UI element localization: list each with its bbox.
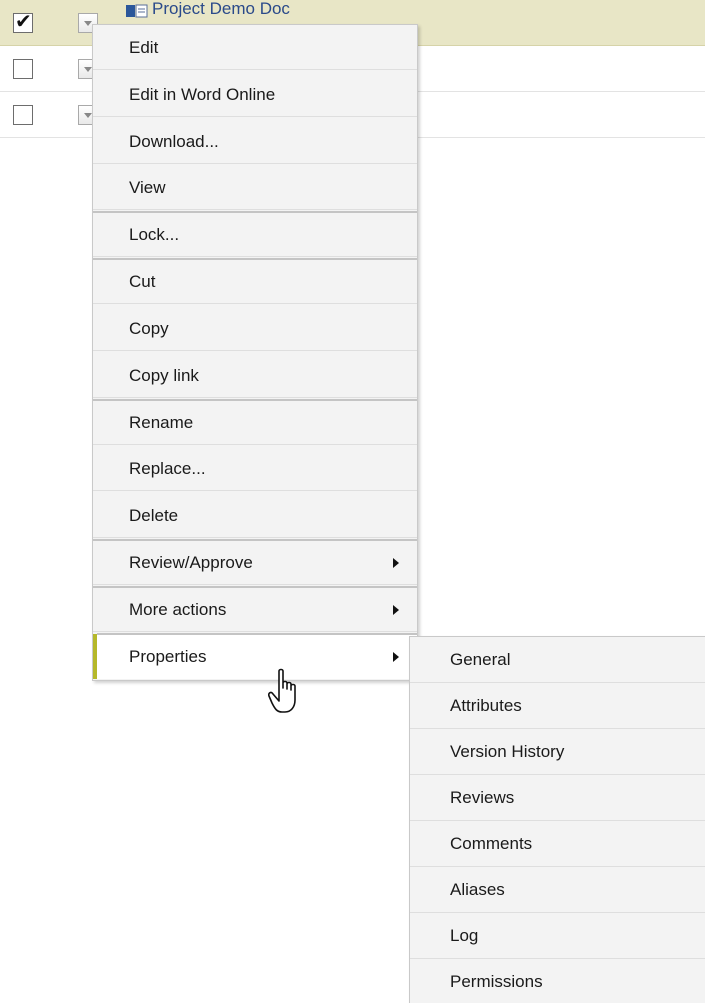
document-name-link[interactable]: Project Demo Doc bbox=[152, 0, 290, 19]
menu-item-edit[interactable]: Edit bbox=[93, 25, 417, 70]
submenu-item-label: Attributes bbox=[450, 696, 522, 715]
submenu-item-label: Reviews bbox=[450, 788, 515, 807]
menu-item-label: More actions bbox=[129, 600, 227, 619]
submenu-item-label: Version History bbox=[450, 742, 565, 761]
menu-item-download[interactable]: Download... bbox=[93, 119, 417, 164]
menu-item-properties[interactable]: Properties bbox=[93, 633, 417, 679]
menu-item-cut[interactable]: Cut bbox=[93, 258, 417, 304]
menu-item-label: Download... bbox=[129, 132, 219, 151]
menu-item-edit-in-word-online[interactable]: Edit in Word Online bbox=[93, 72, 417, 117]
submenu-item-attributes[interactable]: Attributes bbox=[410, 683, 705, 729]
submenu-item-log[interactable]: Log bbox=[410, 913, 705, 959]
submenu-item-permissions[interactable]: Permissions bbox=[410, 959, 705, 1003]
menu-item-label: Properties bbox=[129, 647, 207, 666]
menu-item-delete[interactable]: Delete bbox=[93, 493, 417, 538]
menu-item-lock[interactable]: Lock... bbox=[93, 211, 417, 257]
word-document-icon bbox=[126, 4, 148, 18]
menu-item-replace[interactable]: Replace... bbox=[93, 446, 417, 491]
submenu-item-version-history[interactable]: Version History bbox=[410, 729, 705, 775]
menu-item-rename[interactable]: Rename bbox=[93, 399, 417, 445]
hand-pointer-icon bbox=[268, 668, 296, 713]
submenu-arrow-icon bbox=[393, 558, 399, 568]
context-menu: Edit Edit in Word Online Download... Vie… bbox=[92, 24, 418, 681]
submenu-item-label: Comments bbox=[450, 834, 533, 853]
submenu-item-label: Permissions bbox=[450, 972, 543, 991]
menu-item-label: Replace... bbox=[129, 459, 206, 478]
menu-item-label: Lock... bbox=[129, 225, 180, 244]
menu-item-label: Delete bbox=[129, 506, 179, 525]
menu-item-label: Cut bbox=[129, 272, 156, 291]
submenu-item-reviews[interactable]: Reviews bbox=[410, 775, 705, 821]
row-checkbox[interactable] bbox=[13, 105, 33, 125]
menu-item-label: Copy link bbox=[129, 366, 199, 385]
menu-item-copy-link[interactable]: Copy link bbox=[93, 353, 417, 398]
menu-item-label: View bbox=[129, 178, 166, 197]
properties-submenu: General Attributes Version History Revie… bbox=[409, 636, 705, 1003]
submenu-item-general[interactable]: General bbox=[410, 637, 705, 683]
menu-item-view[interactable]: View bbox=[93, 165, 417, 210]
submenu-item-comments[interactable]: Comments bbox=[410, 821, 705, 867]
menu-item-label: Edit bbox=[129, 38, 159, 57]
submenu-arrow-icon bbox=[393, 605, 399, 615]
submenu-item-label: Aliases bbox=[450, 880, 505, 899]
menu-item-copy[interactable]: Copy bbox=[93, 306, 417, 351]
row-checkbox[interactable] bbox=[13, 59, 33, 79]
submenu-item-aliases[interactable]: Aliases bbox=[410, 867, 705, 913]
row-checkbox[interactable]: ✔ bbox=[13, 11, 33, 33]
submenu-item-label: General bbox=[450, 650, 511, 669]
checkmark-icon: ✔ bbox=[15, 11, 32, 33]
submenu-item-label: Log bbox=[450, 926, 479, 945]
menu-item-review-approve[interactable]: Review/Approve bbox=[93, 539, 417, 585]
menu-item-label: Rename bbox=[129, 413, 194, 432]
menu-item-label: Copy bbox=[129, 319, 169, 338]
menu-item-more-actions[interactable]: More actions bbox=[93, 586, 417, 632]
menu-item-label: Review/Approve bbox=[129, 553, 253, 572]
submenu-arrow-icon bbox=[393, 652, 399, 662]
menu-item-label: Edit in Word Online bbox=[129, 85, 276, 104]
